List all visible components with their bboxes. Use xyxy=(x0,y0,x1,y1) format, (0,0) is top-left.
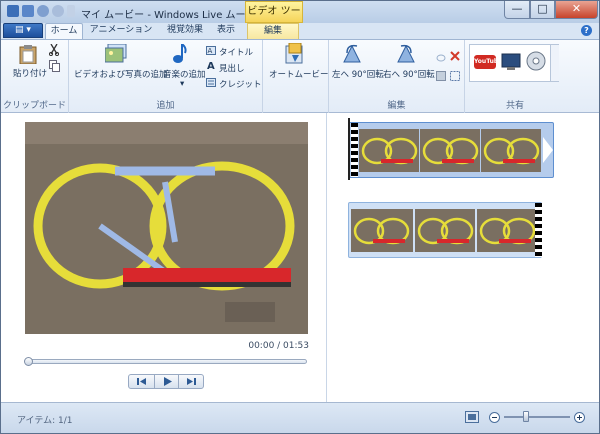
caption-button[interactable]: 見出し xyxy=(219,62,245,74)
close-button[interactable]: ✕ xyxy=(555,1,598,19)
clip-frame xyxy=(481,129,541,172)
add-videos-photos-button[interactable]: ビデオおよび写真の追加 xyxy=(74,68,168,80)
automovie-group: オートムービー xyxy=(263,40,329,113)
caption-icon: A xyxy=(207,61,215,72)
trim-icon[interactable] xyxy=(450,71,460,81)
rotate-right-button[interactable]: 右へ 90°回転 xyxy=(383,68,435,80)
clip-frame xyxy=(415,209,475,252)
copy-icon[interactable] xyxy=(49,60,60,72)
zoom-slider-track[interactable] xyxy=(504,416,570,418)
status-bar: アイテム: 1/1 xyxy=(1,402,599,433)
tab-home[interactable]: ホーム xyxy=(45,23,83,39)
tab-edit[interactable]: 編集 xyxy=(247,23,299,39)
title-button[interactable]: タイトル xyxy=(219,46,253,58)
zoom-out-icon[interactable] xyxy=(489,412,500,423)
app-menu-icon[interactable] xyxy=(7,5,19,17)
title-bar: マイ ムービー - Windows Live ムービー ... ビデオ ツール … xyxy=(1,1,599,37)
credits-button[interactable]: クレジット xyxy=(219,78,262,90)
app-window: マイ ムービー - Windows Live ムービー ... ビデオ ツール … xyxy=(0,0,600,434)
rotate-left-button[interactable]: 左へ 90°回転 xyxy=(332,68,384,80)
file-menu-button[interactable]: ▤ ▾ xyxy=(3,23,43,38)
share-group: YouTube 共有 xyxy=(465,40,565,113)
video-preview[interactable] xyxy=(25,122,308,334)
clipboard-group: 貼り付け クリップボード xyxy=(1,40,69,113)
link-icon[interactable] xyxy=(436,54,446,62)
undo-icon[interactable] xyxy=(37,5,49,17)
quick-access-dropdown-icon[interactable] xyxy=(67,5,75,17)
main-content: 00:00 / 01:53 xyxy=(1,113,599,402)
previous-frame-button[interactable] xyxy=(129,375,154,388)
ribbon-tab-row: ▤ ▾ ホーム アニメーション 視覚効果 表示 編集 ? xyxy=(1,23,599,39)
item-count: アイテム: 1/1 xyxy=(17,416,73,426)
paste-label: 貼り付け xyxy=(13,69,48,79)
playback-controls xyxy=(128,374,204,389)
preview-pane: 00:00 / 01:53 xyxy=(1,113,327,402)
editing-group: 左へ 90°回転 右へ 90°回転 編集 xyxy=(329,40,465,113)
filmstrip-left xyxy=(351,123,358,177)
monitor-icon[interactable] xyxy=(501,53,521,71)
video-frame-image xyxy=(25,122,308,334)
zoom-slider-thumb[interactable] xyxy=(523,411,529,422)
seek-thumb[interactable] xyxy=(24,357,33,366)
add-videos-photos-icon[interactable] xyxy=(105,44,127,64)
tab-view[interactable]: 表示 xyxy=(211,23,241,39)
next-frame-icon xyxy=(187,378,196,385)
filmstrip-right xyxy=(535,203,542,257)
clip-item[interactable] xyxy=(348,202,542,258)
maximize-button[interactable]: □ xyxy=(530,1,555,19)
clip-continue-arrow xyxy=(543,137,553,163)
cut-icon[interactable] xyxy=(49,44,59,56)
share-gallery-scroll[interactable] xyxy=(550,45,559,81)
tab-animation[interactable]: アニメーション xyxy=(85,23,157,39)
timecode: 00:00 / 01:53 xyxy=(248,341,309,351)
play-button[interactable] xyxy=(154,375,179,388)
storyboard xyxy=(328,113,599,402)
next-frame-button[interactable] xyxy=(179,375,204,388)
clipboard-icon xyxy=(19,45,37,64)
help-icon[interactable]: ? xyxy=(581,25,592,36)
ribbon: 貼り付け クリップボード ビデオおよび写真の追加 音楽の追加 ▾ A タイトル … xyxy=(1,39,599,113)
playhead-indicator[interactable] xyxy=(348,118,350,180)
clip-frame xyxy=(351,209,413,252)
rotate-left-icon[interactable] xyxy=(343,44,361,64)
share-group-label: 共有 xyxy=(505,101,524,111)
svg-text:A: A xyxy=(208,47,213,55)
thumbnail-size-icon[interactable] xyxy=(465,411,479,424)
editing-group-label: 編集 xyxy=(387,101,406,111)
youtube-icon[interactable]: YouTube xyxy=(474,55,502,69)
clip-item[interactable] xyxy=(348,122,554,178)
previous-frame-icon xyxy=(137,378,146,385)
clip-frame xyxy=(359,129,419,172)
clip-frame xyxy=(477,209,537,252)
minimize-button[interactable]: — xyxy=(504,1,530,19)
save-icon[interactable] xyxy=(22,5,34,17)
tab-visual-effects[interactable]: 視覚効果 xyxy=(161,23,209,39)
music-note-icon[interactable] xyxy=(173,44,187,64)
play-icon xyxy=(164,377,172,386)
add-group-label: 追加 xyxy=(156,101,175,111)
automovie-icon[interactable] xyxy=(283,43,305,65)
share-gallery: YouTube xyxy=(469,44,559,82)
seek-bar[interactable] xyxy=(24,357,307,366)
clip-frame xyxy=(420,129,480,172)
clipboard-group-label: クリップボード xyxy=(2,101,66,111)
rotate-right-icon[interactable] xyxy=(397,44,415,64)
dvd-icon[interactable] xyxy=(526,51,546,71)
video-tools-context-tab: ビデオ ツール xyxy=(245,1,303,37)
redo-icon[interactable] xyxy=(52,5,64,17)
zoom-in-icon[interactable] xyxy=(574,412,585,423)
select-all-icon[interactable] xyxy=(436,71,446,81)
credits-icon xyxy=(206,78,216,87)
remove-icon[interactable] xyxy=(450,51,460,61)
add-group: ビデオおよび写真の追加 音楽の追加 ▾ A タイトル A 見出し クレジット 追… xyxy=(69,40,263,113)
automovie-button[interactable]: オートムービー xyxy=(269,68,329,80)
add-music-dropdown-icon[interactable]: ▾ xyxy=(180,79,184,89)
title-icon: A xyxy=(206,46,216,55)
